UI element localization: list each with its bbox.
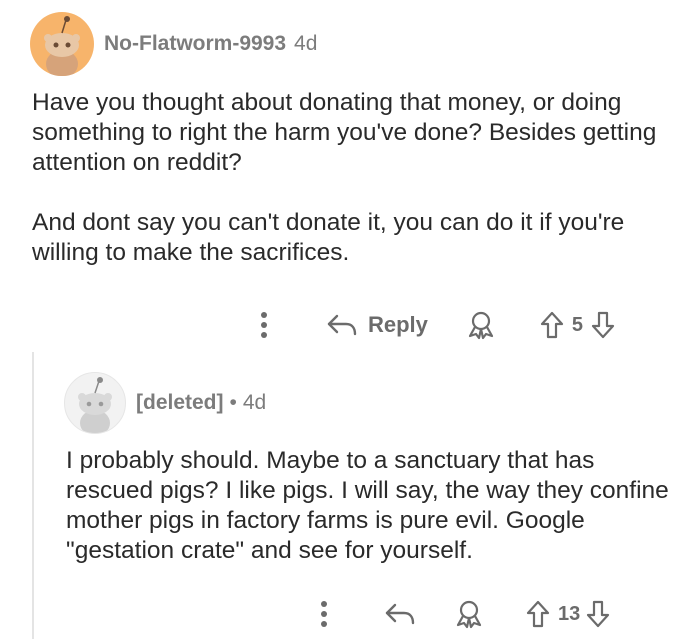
more-vertical-icon [261,312,267,338]
comment-actions: Reply 5 [254,307,615,343]
vote-score: 13 [558,602,581,625]
more-button[interactable] [254,311,274,339]
more-button[interactable] [314,600,334,628]
thread-line[interactable] [32,352,34,639]
vote-score: 5 [571,313,584,336]
comment-paragraph: Have you thought about donating that mon… [32,89,657,176]
more-vertical-icon [321,601,327,627]
separator: • [229,391,237,414]
username[interactable]: [deleted] [136,391,224,415]
award-icon [468,311,494,340]
award-button[interactable] [466,310,496,340]
award-button[interactable] [454,599,484,629]
upvote-icon [526,600,550,628]
comment-body: Have you thought about donating that mon… [32,88,672,268]
comment-paragraph: I probably should. Maybe to a sanctuary … [66,447,669,564]
comment-header: [deleted] • 4d [64,372,266,434]
avatar[interactable] [64,372,126,434]
award-icon [456,600,482,629]
comment-header: No-Flatworm-9993 4d [30,12,317,76]
comment-actions: 13 [314,596,610,632]
downvote-button[interactable] [586,600,610,628]
timestamp: 4d [294,32,318,55]
downvote-button[interactable] [591,311,615,339]
username[interactable]: No-Flatworm-9993 [104,32,286,56]
avatar[interactable] [30,12,94,76]
upvote-button[interactable] [540,311,564,339]
upvote-button[interactable] [526,600,550,628]
upvote-icon [540,311,564,339]
timestamp: 4d [242,391,267,414]
reply-button[interactable]: Reply [326,311,428,339]
downvote-icon [591,311,615,339]
comment-paragraph: And dont say you can't donate it, you ca… [32,209,625,266]
comment-body: I probably should. Maybe to a sanctuary … [66,446,676,566]
downvote-icon [587,600,610,628]
reply-button[interactable] [384,600,416,628]
reply-arrow-icon [385,603,415,625]
reply-label: Reply [368,312,428,337]
reply-arrow-icon [327,314,357,336]
